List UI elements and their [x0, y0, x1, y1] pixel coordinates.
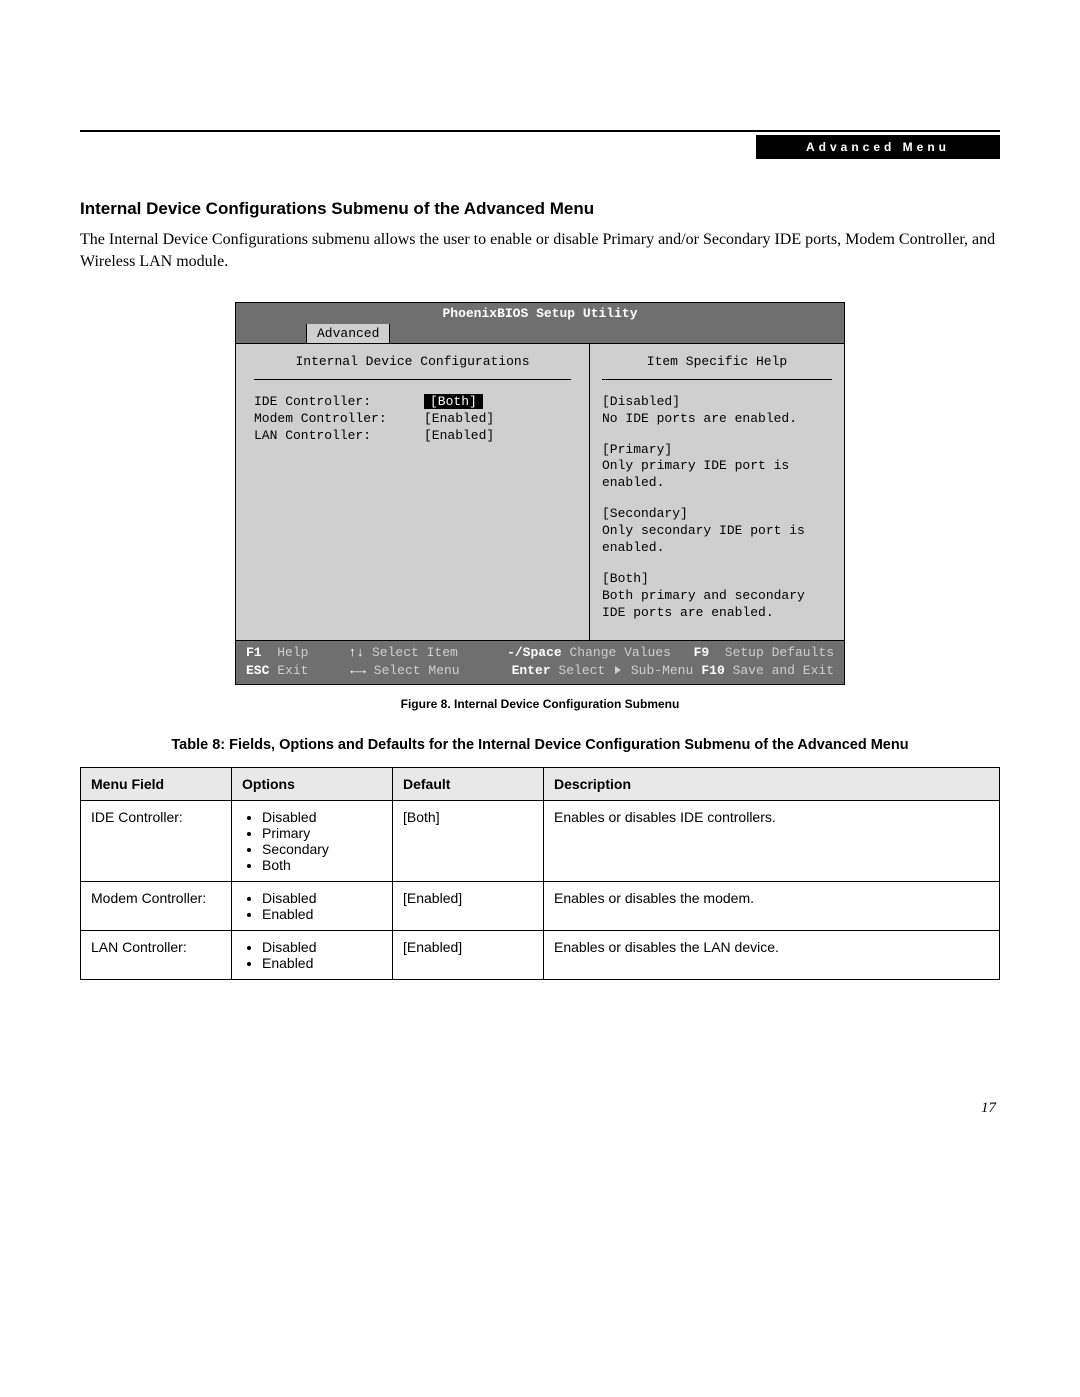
th-description: Description: [544, 767, 1000, 800]
bios-help-both: [Both] Both primary and secondary IDE po…: [602, 571, 832, 622]
fk-space: -/Space: [507, 645, 562, 660]
bios-right-title: Item Specific Help: [602, 354, 832, 380]
th-menu-field: Menu Field: [81, 767, 232, 800]
bios-label: Modem Controller:: [254, 411, 424, 426]
fd-setup-defaults: Setup Defaults: [725, 645, 834, 660]
triangle-right-icon: [615, 666, 621, 674]
options-table: Menu Field Options Default Description I…: [80, 767, 1000, 980]
fk-f1: F1: [246, 645, 262, 660]
bios-row-modem: Modem Controller: [Enabled]: [254, 411, 571, 426]
bios-left-panel: Internal Device Configurations IDE Contr…: [236, 344, 590, 640]
cell-default: [Enabled]: [393, 930, 544, 979]
cell-options: DisabledEnabled: [232, 881, 393, 930]
option-item: Enabled: [262, 955, 382, 971]
figure-caption: Figure 8. Internal Device Configuration …: [80, 697, 1000, 711]
bios-value: [Enabled]: [424, 428, 494, 443]
th-options: Options: [232, 767, 393, 800]
intro-paragraph: The Internal Device Configurations subme…: [80, 229, 1000, 274]
cell-options: DisabledPrimarySecondaryBoth: [232, 800, 393, 881]
option-item: Primary: [262, 825, 382, 841]
option-item: Enabled: [262, 906, 382, 922]
option-item: Both: [262, 857, 382, 873]
header-chip: Advanced Menu: [756, 135, 1000, 159]
table-caption: Table 8: Fields, Options and Defaults fo…: [80, 737, 1000, 753]
bios-footer: F1 Help ↑↓ Select Item -/Space Change Va…: [235, 641, 845, 685]
fk-enter: Enter: [512, 663, 551, 678]
option-item: Secondary: [262, 841, 382, 857]
table-row: IDE Controller:DisabledPrimarySecondaryB…: [81, 800, 1000, 881]
fd-exit: Exit: [277, 663, 308, 678]
page-number: 17: [80, 1100, 1000, 1117]
bios-help-tag: [Both]: [602, 571, 649, 586]
bios-value-selected: [Both]: [424, 394, 483, 409]
bios-value: [Enabled]: [424, 411, 494, 426]
fd-select-menu: Select Menu: [374, 663, 460, 678]
option-item: Disabled: [262, 809, 382, 825]
bios-help-secondary: [Secondary] Only secondary IDE port is e…: [602, 506, 832, 557]
bios-help-disabled: [Disabled] No IDE ports are enabled.: [602, 394, 832, 428]
cell-default: [Enabled]: [393, 881, 544, 930]
fk-f9: F9: [694, 645, 710, 660]
fd-select-item: Select Item: [372, 645, 458, 660]
bios-label: LAN Controller:: [254, 428, 424, 443]
table-row: Modem Controller:DisabledEnabled[Enabled…: [81, 881, 1000, 930]
fk-f10: F10: [701, 663, 724, 678]
bios-tab-advanced: Advanced: [306, 324, 390, 343]
cell-default: [Both]: [393, 800, 544, 881]
cell-menu-field: IDE Controller:: [81, 800, 232, 881]
th-default: Default: [393, 767, 544, 800]
bios-tabs: Advanced: [235, 324, 845, 344]
bios-help-text: No IDE ports are enabled.: [602, 411, 797, 426]
bios-help-tag: [Primary]: [602, 442, 672, 457]
bios-help-text: Only secondary IDE port is enabled.: [602, 523, 805, 555]
cell-description: Enables or disables the modem.: [544, 881, 1000, 930]
bios-row-lan: LAN Controller: [Enabled]: [254, 428, 571, 443]
bios-left-title: Internal Device Configurations: [254, 354, 571, 380]
bios-help-text: Only primary IDE port is enabled.: [602, 458, 789, 490]
option-item: Disabled: [262, 890, 382, 906]
top-rule: [80, 130, 1000, 132]
fk-leftright: ←→: [350, 663, 366, 678]
cell-description: Enables or disables the LAN device.: [544, 930, 1000, 979]
bios-help-text: Both primary and secondary IDE ports are…: [602, 588, 805, 620]
fd-select-submenu: Select Sub-Menu: [558, 663, 693, 678]
bios-help-primary: [Primary] Only primary IDE port is enabl…: [602, 442, 832, 493]
fk-updown: ↑↓: [349, 645, 365, 660]
bios-row-ide: IDE Controller: [Both]: [254, 394, 571, 409]
fd-change-values: Change Values: [570, 645, 671, 660]
fk-esc: ESC: [246, 663, 269, 678]
bios-help-panel: Item Specific Help [Disabled] No IDE por…: [590, 344, 844, 640]
fd-save-exit: Save and Exit: [733, 663, 834, 678]
section-heading: Internal Device Configurations Submenu o…: [80, 199, 1000, 219]
cell-options: DisabledEnabled: [232, 930, 393, 979]
cell-menu-field: LAN Controller:: [81, 930, 232, 979]
cell-description: Enables or disables IDE controllers.: [544, 800, 1000, 881]
bios-screenshot: PhoenixBIOS Setup Utility Advanced Inter…: [235, 302, 845, 685]
table-row: LAN Controller:DisabledEnabled[Enabled]E…: [81, 930, 1000, 979]
option-item: Disabled: [262, 939, 382, 955]
bios-help-tag: [Secondary]: [602, 506, 688, 521]
fd-help: Help: [277, 645, 308, 660]
header-band: Advanced Menu: [80, 135, 1000, 159]
cell-menu-field: Modem Controller:: [81, 881, 232, 930]
bios-titlebar: PhoenixBIOS Setup Utility: [235, 302, 845, 324]
bios-help-tag: [Disabled]: [602, 394, 680, 409]
bios-label: IDE Controller:: [254, 394, 424, 409]
